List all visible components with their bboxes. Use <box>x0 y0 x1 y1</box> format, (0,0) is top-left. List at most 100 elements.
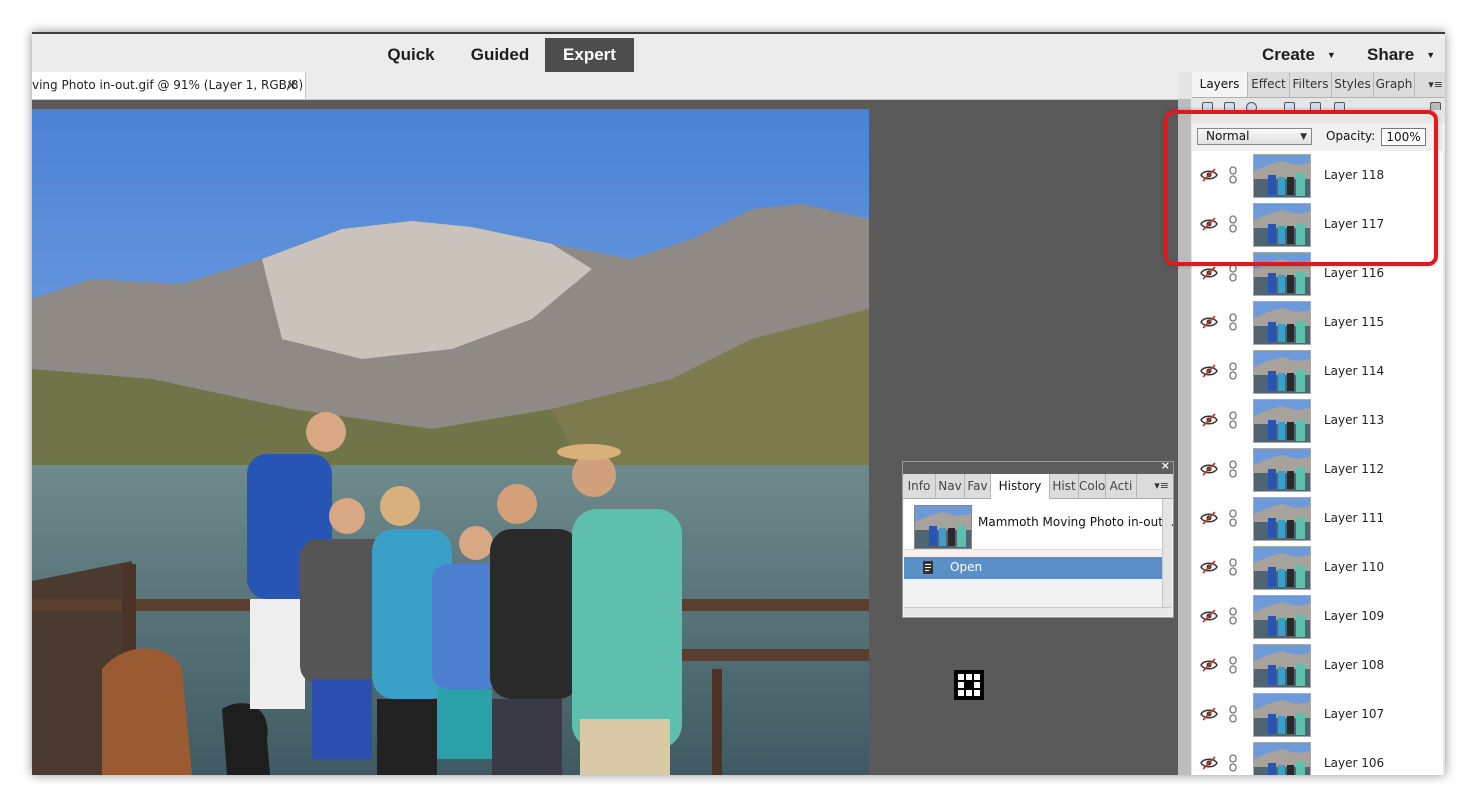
layer-name[interactable]: Layer 106 <box>1324 756 1384 770</box>
visibility-eye-icon[interactable] <box>1200 265 1218 281</box>
tab-actions[interactable]: Acti <box>1106 474 1137 498</box>
link-layer-icon[interactable] <box>1229 656 1237 674</box>
tab-info[interactable]: Info <box>903 474 936 498</box>
visibility-eye-icon[interactable] <box>1200 363 1218 379</box>
link-layer-icon[interactable] <box>1229 558 1237 576</box>
visibility-eye-icon[interactable] <box>1200 559 1218 575</box>
layer-row[interactable]: Layer 108 <box>1192 641 1443 691</box>
layer-row[interactable]: Layer 112 <box>1192 445 1443 495</box>
create-menu[interactable]: Create ▼ <box>1262 38 1336 72</box>
tab-history[interactable]: History <box>991 474 1050 499</box>
link-layer-icon[interactable] <box>1229 411 1237 429</box>
layer-name[interactable]: Layer 115 <box>1324 315 1384 329</box>
layer-thumbnail <box>1253 595 1311 639</box>
visibility-eye-icon[interactable] <box>1200 608 1218 624</box>
chevron-down-icon: ▼ <box>1326 50 1336 60</box>
layer-name[interactable]: Layer 113 <box>1324 413 1384 427</box>
document-tab-bar: ving Photo in-out.gif @ 91% (Layer 1, RG… <box>32 72 1192 100</box>
snapshot-label: Mammoth Moving Photo in-out... <box>978 515 1175 529</box>
history-panel-tabs: Info Nav Fav History Hist Colo Acti ▾≡ <box>903 474 1173 499</box>
tab-navigator[interactable]: Nav <box>936 474 965 498</box>
layers-panel-tabs: Layers Effect Filters Styles Graph ▾≡ <box>1192 72 1445 98</box>
link-layer-icon[interactable] <box>1229 705 1237 723</box>
tab-favorites[interactable]: Fav <box>965 474 991 498</box>
layer-name[interactable]: Layer 109 <box>1324 609 1384 623</box>
tab-histogram[interactable]: Hist <box>1050 474 1079 498</box>
panel-menu-icon[interactable]: ▾≡ <box>1428 72 1443 97</box>
visibility-eye-icon[interactable] <box>1200 314 1218 330</box>
layer-thumbnail <box>1253 301 1311 345</box>
panel-menu-icon[interactable]: ▾≡ <box>1154 474 1169 498</box>
adjustment-layer-icon[interactable] <box>1246 102 1257 110</box>
layer-name[interactable]: Layer 110 <box>1324 560 1384 574</box>
history-step-open[interactable]: Open <box>904 557 1164 579</box>
layer-row[interactable]: Layer 106 <box>1192 739 1443 775</box>
layer-thumbnail <box>1253 497 1311 541</box>
mode-expert[interactable]: Expert <box>545 38 634 72</box>
tab-effects[interactable]: Effect <box>1248 72 1290 97</box>
lock-icon[interactable] <box>1310 102 1321 110</box>
history-step-label: Open <box>950 560 983 574</box>
layer-thumbnail <box>1253 644 1311 688</box>
layer-row[interactable]: Layer 107 <box>1192 690 1443 740</box>
tab-layers[interactable]: Layers <box>1192 72 1248 97</box>
layer-row[interactable]: Layer 109 <box>1192 592 1443 642</box>
new-group-icon[interactable] <box>1224 102 1235 110</box>
link-layer-icon[interactable] <box>1229 264 1237 282</box>
trash-icon[interactable] <box>1430 102 1441 110</box>
mode-guided[interactable]: Guided <box>460 38 540 72</box>
document-tab-title: ving Photo in-out.gif @ 91% (Layer 1, RG… <box>32 78 304 92</box>
history-panel: × Info Nav Fav History Hist Colo Acti ▾≡ <box>902 459 1174 618</box>
visibility-eye-icon[interactable] <box>1200 706 1218 722</box>
document-tab[interactable]: ving Photo in-out.gif @ 91% (Layer 1, RG… <box>32 72 306 99</box>
history-panel-titlebar[interactable]: × <box>903 459 1173 474</box>
layer-mask-icon[interactable] <box>1284 102 1295 110</box>
move-cursor-icon <box>954 670 984 700</box>
layer-name[interactable]: Layer 108 <box>1324 658 1384 672</box>
mode-bar: Quick Guided Expert Create ▼ Share ▼ <box>32 32 1445 72</box>
history-snapshot[interactable]: Mammoth Moving Photo in-out... <box>904 499 1174 550</box>
layer-name[interactable]: Layer 107 <box>1324 707 1384 721</box>
visibility-eye-icon[interactable] <box>1200 461 1218 477</box>
mode-quick[interactable]: Quick <box>375 38 447 72</box>
layer-name[interactable]: Layer 111 <box>1324 511 1384 525</box>
layer-name[interactable]: Layer 116 <box>1324 266 1384 280</box>
visibility-eye-icon[interactable] <box>1200 412 1218 428</box>
link-layer-icon[interactable] <box>1229 460 1237 478</box>
history-scrollbar[interactable] <box>1162 499 1172 607</box>
layer-row[interactable]: Layer 115 <box>1192 298 1443 348</box>
new-layer-icon[interactable] <box>1202 102 1213 110</box>
share-menu[interactable]: Share ▼ <box>1367 38 1435 72</box>
lock-transparency-icon[interactable] <box>1334 102 1345 110</box>
layer-name[interactable]: Layer 114 <box>1324 364 1384 378</box>
create-label: Create <box>1262 45 1315 64</box>
tab-filters[interactable]: Filters <box>1290 72 1332 97</box>
close-icon[interactable]: × <box>1161 459 1170 472</box>
layer-thumbnail <box>1253 448 1311 492</box>
link-layer-icon[interactable] <box>1229 754 1237 772</box>
link-layer-icon[interactable] <box>1229 607 1237 625</box>
document-canvas[interactable] <box>32 109 869 775</box>
close-icon[interactable]: × <box>286 72 297 99</box>
visibility-eye-icon[interactable] <box>1200 657 1218 673</box>
highlight-annotation <box>1164 110 1438 266</box>
layer-row[interactable]: Layer 114 <box>1192 347 1443 397</box>
tab-color[interactable]: Colo <box>1079 474 1106 498</box>
layer-thumbnail <box>1253 742 1311 775</box>
layer-row[interactable]: Layer 113 <box>1192 396 1443 446</box>
share-label: Share <box>1367 45 1415 64</box>
link-layer-icon[interactable] <box>1229 313 1237 331</box>
layer-row[interactable]: Layer 110 <box>1192 543 1443 593</box>
layer-row[interactable]: Layer 111 <box>1192 494 1443 544</box>
visibility-eye-icon[interactable] <box>1200 510 1218 526</box>
layer-thumbnail <box>1253 693 1311 737</box>
history-resize-grip[interactable] <box>904 607 1172 616</box>
tab-styles[interactable]: Styles <box>1332 72 1374 97</box>
link-layer-icon[interactable] <box>1229 509 1237 527</box>
tab-graphics[interactable]: Graph <box>1374 72 1415 97</box>
visibility-eye-icon[interactable] <box>1200 755 1218 771</box>
canvas-photo <box>32 109 869 775</box>
layer-name[interactable]: Layer 112 <box>1324 462 1384 476</box>
link-layer-icon[interactable] <box>1229 362 1237 380</box>
layer-thumbnail <box>1253 546 1311 590</box>
